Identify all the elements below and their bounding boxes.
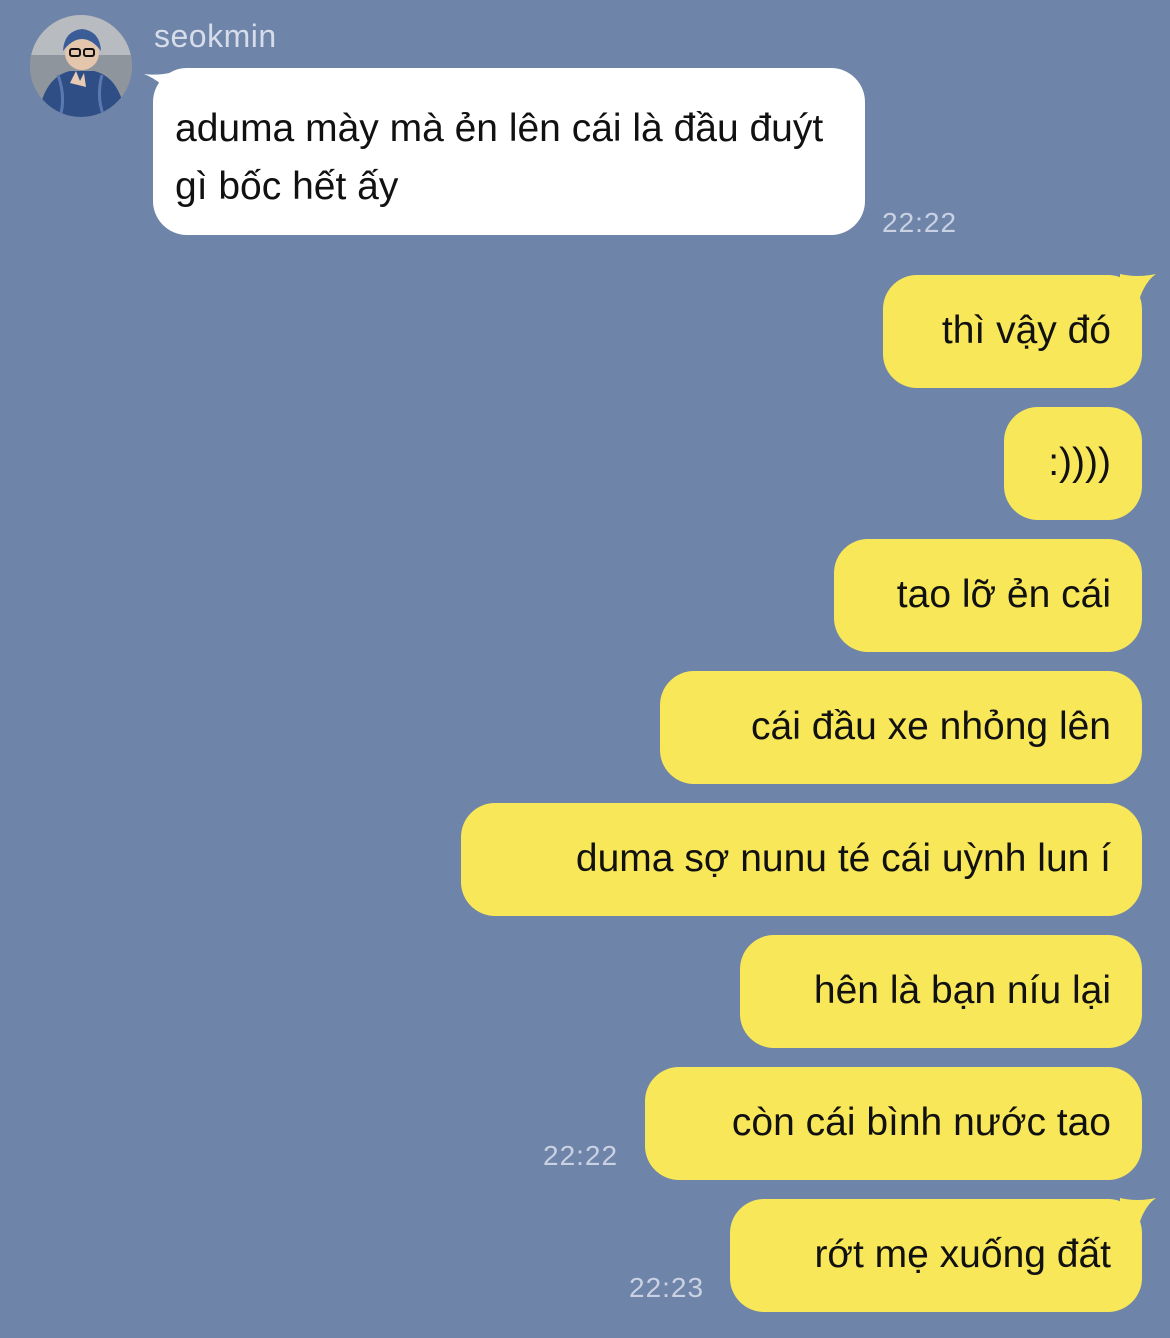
- outgoing-message-bubble[interactable]: còn cái bình nước tao: [645, 1067, 1142, 1180]
- outgoing-message-bubble[interactable]: rớt mẹ xuống đất: [730, 1199, 1142, 1312]
- outgoing-message-time: 22:23: [629, 1272, 705, 1303]
- incoming-message-time: 22:22: [882, 207, 958, 238]
- outgoing-message-text: thì vậy đó: [941, 309, 1111, 352]
- incoming-message-text: aduma mày mà ẻn lên cái là đầu đuýt gì b…: [175, 107, 824, 208]
- outgoing-message-bubble[interactable]: cái đầu xe nhỏng lên: [660, 671, 1142, 784]
- outgoing-message-bubble[interactable]: duma sợ nunu té cái uỳnh lun í: [461, 803, 1142, 916]
- contact-avatar[interactable]: [30, 15, 132, 117]
- outgoing-message-bubble[interactable]: tao lỡ ẻn cái: [834, 539, 1142, 652]
- outgoing-message-text: cái đầu xe nhỏng lên: [751, 705, 1111, 748]
- outgoing-message-bubble[interactable]: thì vậy đó: [883, 275, 1142, 388]
- outgoing-message-text: tao lỡ ẻn cái: [896, 573, 1111, 616]
- outgoing-message-text: rớt mẹ xuống đất: [814, 1233, 1111, 1276]
- outgoing-message-bubble[interactable]: :)))): [1004, 407, 1142, 520]
- outgoing-message-text: :)))): [1048, 441, 1111, 484]
- outgoing-message-text: còn cái bình nước tao: [731, 1101, 1111, 1144]
- outgoing-message-text: duma sợ nunu té cái uỳnh lun í: [575, 837, 1111, 880]
- avatar-photo: [30, 15, 132, 117]
- incoming-message-bubble[interactable]: aduma mày mà ẻn lên cái là đầu đuýt gì b…: [153, 68, 865, 235]
- contact-name: seokmin: [154, 18, 277, 54]
- outgoing-message-text: hên là bạn níu lại: [813, 969, 1111, 1012]
- outgoing-message-bubble[interactable]: hên là bạn níu lại: [740, 935, 1142, 1048]
- outgoing-message-time: 22:22: [543, 1140, 619, 1171]
